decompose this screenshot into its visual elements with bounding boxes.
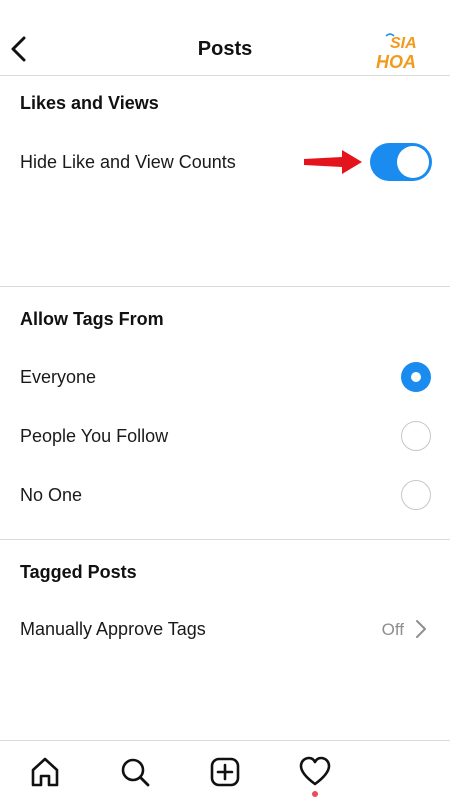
add-post-icon[interactable]: [208, 755, 242, 789]
bottom-tab-bar: [0, 740, 450, 800]
radio-no-one[interactable]: [401, 480, 431, 510]
option-label-people-you-follow[interactable]: People You Follow: [20, 426, 168, 447]
home-icon[interactable]: [28, 755, 62, 789]
watermark-logo: SIA HOA: [376, 33, 417, 72]
hide-counts-toggle[interactable]: [370, 143, 432, 181]
chevron-right-icon[interactable]: [414, 619, 428, 639]
section-title-likes-views: Likes and Views: [20, 93, 159, 113]
toggle-knob: [397, 146, 429, 178]
svg-text:HOA: HOA: [376, 52, 416, 72]
option-label-no-one[interactable]: No One: [20, 485, 82, 506]
option-label-everyone[interactable]: Everyone: [20, 367, 96, 388]
search-icon[interactable]: [118, 755, 152, 789]
section-title-allow-tags: Allow Tags From: [20, 309, 164, 329]
manually-approve-tags-value: Off: [381, 620, 404, 639]
hide-like-view-counts-label: Hide Like and View Counts: [20, 152, 236, 172]
radio-people-you-follow[interactable]: [401, 421, 431, 451]
manually-approve-tags-label[interactable]: Manually Approve Tags: [20, 619, 206, 640]
notification-dot: [312, 791, 318, 797]
activity-heart-icon[interactable]: [298, 755, 332, 789]
section-divider: [0, 539, 450, 540]
section-divider: [0, 286, 450, 287]
section-title-tagged-posts: Tagged Posts: [20, 562, 137, 582]
top-nav-bar: Posts SIA HOA: [0, 0, 450, 76]
red-arrow-icon: [304, 150, 362, 174]
svg-text:SIA: SIA: [390, 35, 417, 52]
radio-everyone[interactable]: [401, 362, 431, 392]
